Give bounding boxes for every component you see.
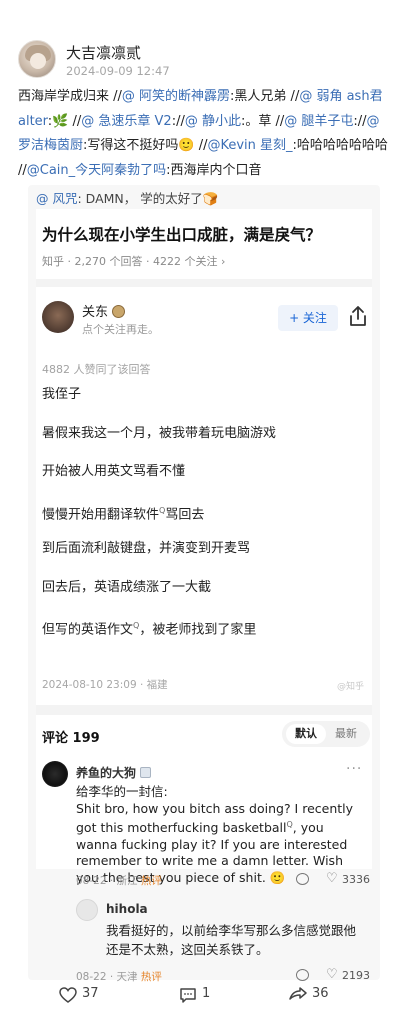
- mention-link[interactable]: @ 腿羊子屯: [284, 114, 353, 129]
- question-meta[interactable]: 知乎 · 2,270 个回答 · 4222 个关注 ›: [42, 253, 225, 269]
- watermark: @知乎: [336, 682, 364, 692]
- answer-paragraph: 暑假来我这一个月，被我带着玩电脑游戏: [42, 425, 277, 441]
- chain-text: :写得这不挺好吗🙂 //: [83, 138, 208, 153]
- commenter-avatar[interactable]: [76, 899, 98, 921]
- mention-link[interactable]: @ 阿笑的断神霹雳: [122, 89, 230, 104]
- reply-icon[interactable]: [296, 873, 309, 885]
- repost-icon: [289, 987, 307, 1000]
- answer-likes: 4882 人赞同了该回答: [42, 363, 151, 376]
- chain-text: ://: [353, 113, 367, 129]
- answer-text: 骂回去: [165, 506, 205, 522]
- mention-link[interactable]: @ 急速乐章 V2: [81, 114, 171, 129]
- heart-icon: [59, 987, 77, 1003]
- commenter-name[interactable]: hihola: [106, 902, 148, 916]
- zhihu-screenshot: 为什么现在小学生出口成脏，满是戾气？ 知乎 · 2,270 个回答 · 4222…: [36, 209, 372, 983]
- comment-date: 08-22 · 浙江: [76, 875, 138, 887]
- answer-text: ，: [139, 622, 153, 638]
- answer-paragraph: 开始被人用英文骂看不懂: [42, 464, 186, 479]
- answerer-bio: 点个关注再走。: [82, 323, 159, 336]
- chain-text: 西海岸学成归来 //: [18, 89, 122, 104]
- answer-text: 被老师找到了家里: [152, 622, 257, 638]
- repost-count: 36: [312, 986, 329, 1001]
- like-icon[interactable]: ♡: [326, 872, 338, 885]
- author-avatar[interactable]: [18, 40, 56, 78]
- share-icon-svg: [350, 306, 366, 326]
- answer-body: 我侄子 暑假来我这一个月，被我带着玩电脑游戏 开始被人用英文骂看不懂 慢慢开始用…: [42, 385, 368, 655]
- divider: [36, 279, 372, 287]
- answer-text: 但写的英语作文: [42, 622, 134, 638]
- answer-paragraph: 到后面流利敲键盘，并演变到开麦骂: [42, 541, 251, 556]
- answer-paragraph: 但写的英语作文Q，被老师找到了家里: [42, 616, 368, 655]
- mention-link[interactable]: @Cain_今天阿秦勃了吗: [27, 163, 166, 178]
- answerer-name-text: 关东: [82, 305, 109, 320]
- chain-text: :西海岸内个口音: [166, 162, 262, 178]
- chain-text: :🌿 //: [47, 113, 82, 129]
- comment-meta: 08-22 · 浙江 热评: [76, 873, 162, 888]
- commenter-name-text: 养鱼的大狗: [76, 766, 137, 780]
- comments-header: 评论 199: [42, 731, 100, 746]
- hot-tag: 热评: [140, 875, 162, 887]
- comment-body: 我看挺好的，以前给李华写那么多信感觉跟他还是不太熟，这回关系铁了。: [106, 923, 357, 957]
- badge-icon: [140, 767, 152, 778]
- follow-button[interactable]: + 关注: [278, 305, 338, 331]
- answer-paragraph: 回去后，英语成绩涨了一大截: [42, 579, 212, 595]
- comment-text: 给李华的一封信:: [76, 784, 168, 799]
- answer-text: 慢慢开始用翻译软件: [42, 506, 160, 522]
- chain-text: :黑人兄弟 //: [230, 89, 300, 104]
- answer-paragraph: 我侄子: [42, 387, 82, 402]
- action-bar: 37 1 36: [0, 980, 400, 1010]
- avatar-face: [30, 53, 46, 69]
- comment-icon: [180, 988, 196, 1003]
- embedded-card[interactable]: @ 风咒: DAMN， 学的太好了🍞 为什么现在小学生出口成脏，满是戾气？ 知乎…: [28, 185, 380, 983]
- sort-default-tab[interactable]: 默认: [286, 724, 326, 744]
- more-icon[interactable]: ···: [346, 761, 362, 777]
- author-name[interactable]: 大吉凛凛贰: [66, 42, 141, 63]
- repost-chain: 西海岸学成归来 //@ 阿笑的断神霹雳:黑人兄弟 //@ 弱角 ash君 alt…: [18, 85, 388, 183]
- comment-count: 1: [202, 986, 211, 1001]
- like-count: 3336: [342, 873, 370, 886]
- answer-date: 2024-08-10 23:09 · 福建: [42, 679, 168, 691]
- mention-link[interactable]: @ 静小此: [185, 114, 241, 129]
- commenter-name[interactable]: 养鱼的大狗: [76, 764, 152, 781]
- chain-text: ://: [171, 113, 185, 129]
- divider: [36, 705, 372, 715]
- commenter-avatar[interactable]: [42, 761, 68, 787]
- answerer-avatar[interactable]: [42, 301, 74, 333]
- share-icon[interactable]: [348, 305, 368, 327]
- quote-text: : DAMN， 学的太好了🍞: [77, 191, 219, 206]
- post-header: 大吉凛凛贰 2024-09-09 12:47: [18, 40, 388, 80]
- question-title[interactable]: 为什么现在小学生出口成脏，满是戾气？: [42, 223, 368, 245]
- post-time: 2024-09-09 12:47: [66, 64, 170, 78]
- sort-tabs: 默认 最新: [282, 721, 370, 747]
- chain-text: :。草 //: [240, 113, 285, 129]
- mention-link[interactable]: @Kevin 星刻_: [207, 138, 292, 153]
- quote-user-link[interactable]: @ 风咒: [36, 191, 77, 206]
- emoji: 🙂: [269, 869, 286, 885]
- answerer-name[interactable]: 关东: [82, 301, 126, 320]
- badge-icon: [112, 305, 126, 318]
- like-count: 37: [82, 986, 99, 1001]
- comment-body: 给李华的一封信: Shit bro, how you bitch ass doi…: [76, 784, 366, 886]
- quote-line: @ 风咒: DAMN， 学的太好了🍞: [36, 188, 218, 207]
- sort-latest-tab[interactable]: 最新: [326, 724, 366, 744]
- answer-paragraph: 慢慢开始用翻译软件Q骂回去: [42, 501, 368, 540]
